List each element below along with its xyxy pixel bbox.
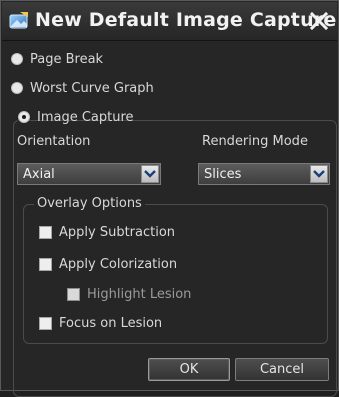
app-capture-icon <box>8 11 30 31</box>
overlay-options-legend: Overlay Options <box>34 196 145 211</box>
checkbox[interactable] <box>67 287 80 301</box>
cancel-button[interactable]: Cancel <box>235 358 329 381</box>
checkbox-label: Apply Subtraction <box>59 224 176 240</box>
radio-worst-curve-graph[interactable]: Worst Curve Graph <box>11 79 154 97</box>
radio-button[interactable] <box>18 111 30 123</box>
rendering-mode-select[interactable]: Slices <box>198 163 330 185</box>
rendering-mode-value: Slices <box>204 167 242 182</box>
checkbox[interactable] <box>39 225 52 239</box>
close-icon[interactable] <box>307 9 331 33</box>
radio-image-capture[interactable]: Image Capture <box>18 108 134 126</box>
radio-label: Image Capture <box>37 109 134 125</box>
radio-label: Worst Curve Graph <box>30 80 154 96</box>
checkbox[interactable] <box>39 316 52 330</box>
apply-subtraction-checkbox[interactable]: Apply Subtraction <box>39 223 175 241</box>
highlight-lesion-checkbox[interactable]: Highlight Lesion <box>67 285 191 303</box>
checkbox-label: Focus on Lesion <box>59 315 163 331</box>
radio-label: Page Break <box>30 51 104 67</box>
chevron-down-icon[interactable] <box>141 165 159 183</box>
radio-button[interactable] <box>11 53 23 65</box>
dialog-window: New Default Image Capture Page Break Wor… <box>0 0 339 397</box>
orientation-select[interactable]: Axial <box>17 163 161 185</box>
apply-colorization-checkbox[interactable]: Apply Colorization <box>39 255 177 273</box>
radio-page-break[interactable]: Page Break <box>11 50 103 68</box>
orientation-label: Orientation <box>17 134 91 149</box>
checkbox-label: Apply Colorization <box>59 256 178 272</box>
title-bar[interactable]: New Default Image Capture <box>2 2 337 41</box>
radio-button[interactable] <box>11 82 23 94</box>
checkbox[interactable] <box>39 257 52 271</box>
rendering-mode-label: Rendering Mode <box>202 134 308 149</box>
image-capture-legend: Image Capture <box>18 108 134 126</box>
dialog-title: New Default Image Capture <box>35 9 337 31</box>
focus-on-lesion-checkbox[interactable]: Focus on Lesion <box>39 314 162 332</box>
checkbox-label: Highlight Lesion <box>87 286 192 302</box>
chevron-down-icon[interactable] <box>310 165 328 183</box>
orientation-value: Axial <box>23 167 55 182</box>
ok-button[interactable]: OK <box>148 358 230 381</box>
